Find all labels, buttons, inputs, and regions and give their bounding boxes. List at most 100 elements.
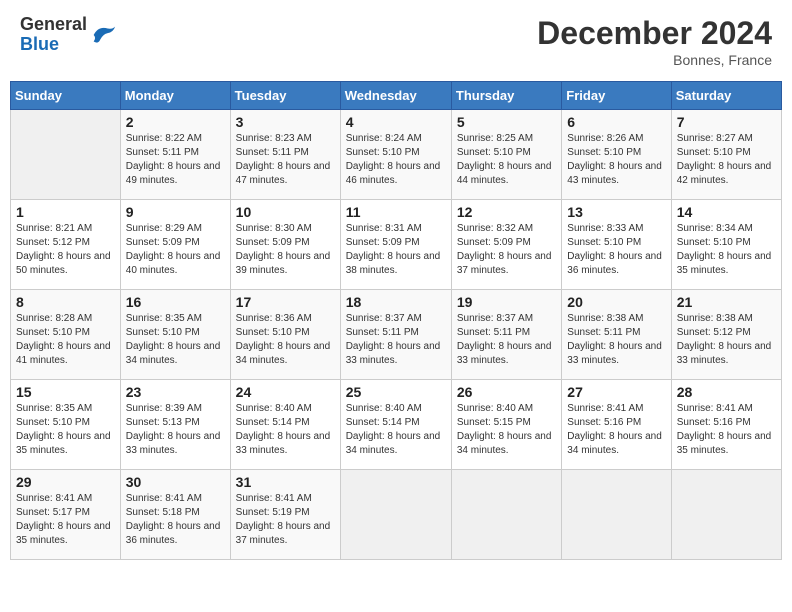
day-number: 26 xyxy=(457,384,556,400)
day-number: 23 xyxy=(126,384,225,400)
day-info: Sunrise: 8:40 AMSunset: 5:15 PMDaylight:… xyxy=(457,403,552,456)
day-number: 4 xyxy=(346,114,446,130)
day-info: Sunrise: 8:41 AMSunset: 5:16 PMDaylight:… xyxy=(677,403,772,456)
day-number: 27 xyxy=(567,384,665,400)
day-info: Sunrise: 8:33 AMSunset: 5:10 PMDaylight:… xyxy=(567,223,662,276)
day-info: Sunrise: 8:41 AMSunset: 5:16 PMDaylight:… xyxy=(567,403,662,456)
calendar-cell xyxy=(671,470,781,560)
day-info: Sunrise: 8:23 AMSunset: 5:11 PMDaylight:… xyxy=(236,133,331,186)
header-thursday: Thursday xyxy=(451,82,561,110)
header-saturday: Saturday xyxy=(671,82,781,110)
logo-bird-icon xyxy=(89,21,117,49)
day-number: 17 xyxy=(236,294,335,310)
calendar-cell: 16 Sunrise: 8:35 AMSunset: 5:10 PMDaylig… xyxy=(120,290,230,380)
page-header: General Blue December 2024 Bonnes, Franc… xyxy=(10,10,782,73)
header-friday: Friday xyxy=(562,82,671,110)
calendar-cell: 7 Sunrise: 8:27 AMSunset: 5:10 PMDayligh… xyxy=(671,110,781,200)
calendar-cell: 5 Sunrise: 8:25 AMSunset: 5:10 PMDayligh… xyxy=(451,110,561,200)
day-number: 5 xyxy=(457,114,556,130)
calendar-cell: 13 Sunrise: 8:33 AMSunset: 5:10 PMDaylig… xyxy=(562,200,671,290)
calendar-cell: 15 Sunrise: 8:35 AMSunset: 5:10 PMDaylig… xyxy=(11,380,121,470)
day-info: Sunrise: 8:41 AMSunset: 5:18 PMDaylight:… xyxy=(126,493,221,546)
calendar-week-row: 1 Sunrise: 8:21 AMSunset: 5:12 PMDayligh… xyxy=(11,200,782,290)
calendar-cell: 6 Sunrise: 8:26 AMSunset: 5:10 PMDayligh… xyxy=(562,110,671,200)
day-info: Sunrise: 8:34 AMSunset: 5:10 PMDaylight:… xyxy=(677,223,772,276)
calendar-cell: 17 Sunrise: 8:36 AMSunset: 5:10 PMDaylig… xyxy=(230,290,340,380)
calendar-cell: 24 Sunrise: 8:40 AMSunset: 5:14 PMDaylig… xyxy=(230,380,340,470)
day-number: 2 xyxy=(126,114,225,130)
day-info: Sunrise: 8:37 AMSunset: 5:11 PMDaylight:… xyxy=(457,313,552,366)
day-number: 13 xyxy=(567,204,665,220)
day-number: 24 xyxy=(236,384,335,400)
header-tuesday: Tuesday xyxy=(230,82,340,110)
calendar-week-row: 8 Sunrise: 8:28 AMSunset: 5:10 PMDayligh… xyxy=(11,290,782,380)
day-number: 1 xyxy=(16,204,115,220)
title-block: December 2024 Bonnes, France xyxy=(537,15,772,68)
calendar-cell: 23 Sunrise: 8:39 AMSunset: 5:13 PMDaylig… xyxy=(120,380,230,470)
day-number: 16 xyxy=(126,294,225,310)
day-number: 3 xyxy=(236,114,335,130)
day-info: Sunrise: 8:35 AMSunset: 5:10 PMDaylight:… xyxy=(16,403,111,456)
calendar-cell: 29 Sunrise: 8:41 AMSunset: 5:17 PMDaylig… xyxy=(11,470,121,560)
calendar-cell: 30 Sunrise: 8:41 AMSunset: 5:18 PMDaylig… xyxy=(120,470,230,560)
day-info: Sunrise: 8:22 AMSunset: 5:11 PMDaylight:… xyxy=(126,133,221,186)
calendar-cell: 12 Sunrise: 8:32 AMSunset: 5:09 PMDaylig… xyxy=(451,200,561,290)
day-number: 21 xyxy=(677,294,776,310)
calendar-cell: 20 Sunrise: 8:38 AMSunset: 5:11 PMDaylig… xyxy=(562,290,671,380)
day-info: Sunrise: 8:31 AMSunset: 5:09 PMDaylight:… xyxy=(346,223,441,276)
day-info: Sunrise: 8:24 AMSunset: 5:10 PMDaylight:… xyxy=(346,133,441,186)
calendar-cell: 9 Sunrise: 8:29 AMSunset: 5:09 PMDayligh… xyxy=(120,200,230,290)
day-info: Sunrise: 8:35 AMSunset: 5:10 PMDaylight:… xyxy=(126,313,221,366)
calendar-cell: 4 Sunrise: 8:24 AMSunset: 5:10 PMDayligh… xyxy=(340,110,451,200)
day-info: Sunrise: 8:39 AMSunset: 5:13 PMDaylight:… xyxy=(126,403,221,456)
day-number: 9 xyxy=(126,204,225,220)
calendar-week-row: 15 Sunrise: 8:35 AMSunset: 5:10 PMDaylig… xyxy=(11,380,782,470)
logo-general: General xyxy=(20,15,87,35)
day-info: Sunrise: 8:38 AMSunset: 5:11 PMDaylight:… xyxy=(567,313,662,366)
day-info: Sunrise: 8:29 AMSunset: 5:09 PMDaylight:… xyxy=(126,223,221,276)
month-title: December 2024 xyxy=(537,15,772,52)
header-sunday: Sunday xyxy=(11,82,121,110)
day-number: 18 xyxy=(346,294,446,310)
day-number: 7 xyxy=(677,114,776,130)
logo-text: General Blue xyxy=(20,15,87,55)
day-number: 25 xyxy=(346,384,446,400)
calendar-cell: 31 Sunrise: 8:41 AMSunset: 5:19 PMDaylig… xyxy=(230,470,340,560)
calendar-cell xyxy=(451,470,561,560)
calendar-cell: 18 Sunrise: 8:37 AMSunset: 5:11 PMDaylig… xyxy=(340,290,451,380)
day-number: 15 xyxy=(16,384,115,400)
calendar-cell: 28 Sunrise: 8:41 AMSunset: 5:16 PMDaylig… xyxy=(671,380,781,470)
calendar-cell: 27 Sunrise: 8:41 AMSunset: 5:16 PMDaylig… xyxy=(562,380,671,470)
weekday-header-row: Sunday Monday Tuesday Wednesday Thursday… xyxy=(11,82,782,110)
calendar-cell: 8 Sunrise: 8:28 AMSunset: 5:10 PMDayligh… xyxy=(11,290,121,380)
logo-blue: Blue xyxy=(20,35,87,55)
day-info: Sunrise: 8:41 AMSunset: 5:19 PMDaylight:… xyxy=(236,493,331,546)
day-info: Sunrise: 8:38 AMSunset: 5:12 PMDaylight:… xyxy=(677,313,772,366)
day-number: 30 xyxy=(126,474,225,490)
day-number: 6 xyxy=(567,114,665,130)
day-info: Sunrise: 8:37 AMSunset: 5:11 PMDaylight:… xyxy=(346,313,441,366)
day-info: Sunrise: 8:32 AMSunset: 5:09 PMDaylight:… xyxy=(457,223,552,276)
calendar-cell: 1 Sunrise: 8:21 AMSunset: 5:12 PMDayligh… xyxy=(11,200,121,290)
day-info: Sunrise: 8:21 AMSunset: 5:12 PMDaylight:… xyxy=(16,223,111,276)
calendar-week-row: 2 Sunrise: 8:22 AMSunset: 5:11 PMDayligh… xyxy=(11,110,782,200)
day-info: Sunrise: 8:26 AMSunset: 5:10 PMDaylight:… xyxy=(567,133,662,186)
day-number: 20 xyxy=(567,294,665,310)
day-info: Sunrise: 8:25 AMSunset: 5:10 PMDaylight:… xyxy=(457,133,552,186)
calendar-week-row: 29 Sunrise: 8:41 AMSunset: 5:17 PMDaylig… xyxy=(11,470,782,560)
calendar-cell: 3 Sunrise: 8:23 AMSunset: 5:11 PMDayligh… xyxy=(230,110,340,200)
day-number: 14 xyxy=(677,204,776,220)
day-info: Sunrise: 8:41 AMSunset: 5:17 PMDaylight:… xyxy=(16,493,111,546)
calendar-cell: 11 Sunrise: 8:31 AMSunset: 5:09 PMDaylig… xyxy=(340,200,451,290)
day-number: 10 xyxy=(236,204,335,220)
calendar-table: Sunday Monday Tuesday Wednesday Thursday… xyxy=(10,81,782,560)
day-number: 12 xyxy=(457,204,556,220)
calendar-cell xyxy=(562,470,671,560)
day-info: Sunrise: 8:28 AMSunset: 5:10 PMDaylight:… xyxy=(16,313,111,366)
day-number: 29 xyxy=(16,474,115,490)
calendar-cell: 21 Sunrise: 8:38 AMSunset: 5:12 PMDaylig… xyxy=(671,290,781,380)
calendar-cell: 14 Sunrise: 8:34 AMSunset: 5:10 PMDaylig… xyxy=(671,200,781,290)
day-number: 28 xyxy=(677,384,776,400)
calendar-cell xyxy=(340,470,451,560)
day-info: Sunrise: 8:30 AMSunset: 5:09 PMDaylight:… xyxy=(236,223,331,276)
